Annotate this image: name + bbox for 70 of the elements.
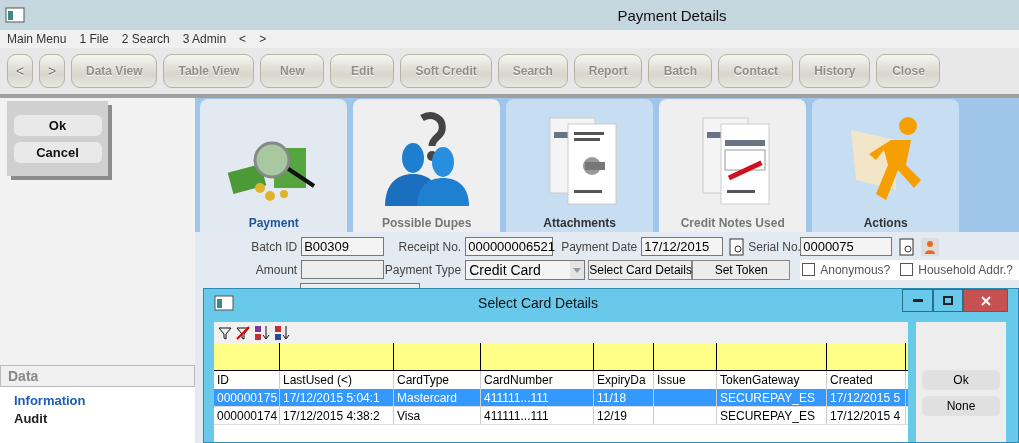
window-icon <box>5 7 25 23</box>
input-field[interactable]: 0000075 <box>800 237 893 256</box>
menu-item[interactable]: > <box>259 32 267 46</box>
card-label: Actions <box>863 216 908 230</box>
field-label: Payment Type <box>384 262 463 277</box>
none-button[interactable]: None <box>922 396 1000 416</box>
field-label: Batch ID <box>250 239 299 254</box>
ok-button[interactable]: Ok <box>922 370 1000 390</box>
input-field[interactable]: B00309 <box>301 237 385 256</box>
tab-card[interactable]: Payment <box>200 99 348 232</box>
table-cell: 17/12/2015 5 <box>827 389 906 406</box>
sort-ascending-icon[interactable] <box>254 324 270 341</box>
table-cell: 12/19 <box>594 407 654 424</box>
filter-row[interactable] <box>214 343 908 371</box>
table-cell: SECUREPAY_ES <box>717 389 827 406</box>
table-row[interactable]: 000000174 17/12/2015 4:38:2 Visa 411111...111 12/19 SECUREPAY_ES 17/12/2015 4 <box>214 407 908 425</box>
side-item[interactable]: Information <box>14 393 86 408</box>
menu-item[interactable]: 1 File <box>79 32 109 46</box>
minimize-button[interactable] <box>902 289 933 312</box>
input-field[interactable]: 000000006521 <box>465 237 554 256</box>
menu-item[interactable]: < <box>239 32 247 46</box>
field-label: Receipt No. <box>397 239 463 254</box>
minimize-icon <box>912 298 923 303</box>
section-header: Data <box>0 365 196 387</box>
card-label: Credit Notes Used <box>680 216 785 230</box>
table-cell: 000000175 <box>214 389 280 406</box>
payment-type-dropdown[interactable]: Credit Card <box>465 259 586 280</box>
close-icon <box>980 295 991 306</box>
clear-filter-icon[interactable] <box>236 325 250 340</box>
dialog-title: Select Card Details <box>477 294 599 311</box>
field-label: Payment Date <box>560 239 639 254</box>
table-cell: Mastercard <box>394 389 481 406</box>
table-cell: Visa <box>394 407 481 424</box>
field-label: Amount <box>254 262 299 277</box>
table-cell: 17/12/2015 4:38:2 <box>280 407 394 424</box>
table-cell: 11/18 <box>594 389 654 406</box>
card-label: Attachments <box>543 216 617 230</box>
lookup-icon[interactable] <box>899 237 916 256</box>
checkbox[interactable]: Household Addr.? <box>900 262 1013 277</box>
sort-descending-icon[interactable] <box>274 324 290 341</box>
card-label: Payment <box>248 216 299 230</box>
checkbox[interactable]: Anonymous? <box>802 262 891 277</box>
tab-card[interactable]: Actions <box>812 99 960 232</box>
set-token-button[interactable]: Set Token <box>692 259 791 280</box>
window-title: Payment Details <box>616 6 728 24</box>
cancel-button[interactable]: Cancel <box>13 141 102 163</box>
table-cell: 411111...111 <box>481 389 594 406</box>
window-icon <box>214 294 234 311</box>
maximize-icon <box>943 296 953 305</box>
maximize-button[interactable] <box>933 289 963 312</box>
filter-icon[interactable] <box>218 325 232 340</box>
table-cell: SECUREPAY_ES <box>717 407 827 424</box>
ok-button[interactable]: Ok <box>13 114 102 136</box>
table-cell: 17/12/2015 5:04:1 <box>280 389 394 406</box>
select-card-button[interactable]: Select Card Details <box>588 259 693 280</box>
menu-item[interactable]: 3 Admin <box>182 32 227 46</box>
table-cell: 17/12/2015 4 <box>827 407 906 424</box>
lookup-icon[interactable] <box>729 237 746 256</box>
input-field[interactable] <box>301 260 385 279</box>
table-cell: 411111...111 <box>481 407 594 424</box>
close-button[interactable] <box>963 289 1008 312</box>
card-label: Possible Dupes <box>382 216 472 230</box>
side-item[interactable]: Audit <box>14 411 48 426</box>
table-cell: 000000174 <box>214 407 280 424</box>
tab-card[interactable]: Attachments <box>506 99 654 232</box>
menu-item[interactable]: 2 Search <box>121 32 170 46</box>
input-field[interactable]: 17/12/2015 <box>641 237 724 256</box>
field-label: Serial No. <box>748 239 801 254</box>
add-person-icon[interactable] <box>921 237 940 256</box>
menu-item[interactable]: Main Menu <box>7 32 67 46</box>
